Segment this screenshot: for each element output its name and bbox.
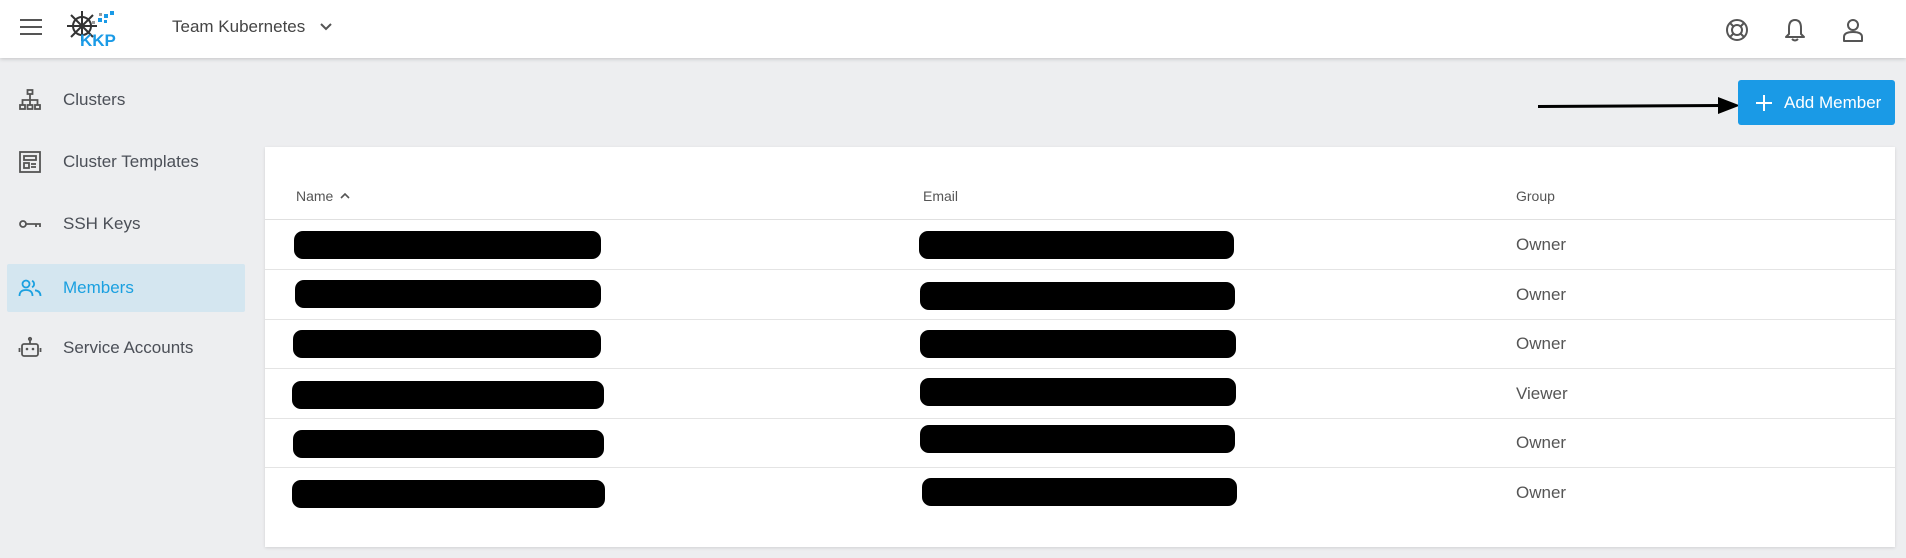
sidebar-item-service-accounts[interactable]: Service Accounts bbox=[7, 324, 245, 372]
key-icon bbox=[19, 220, 41, 228]
team-selector[interactable]: Team Kubernetes bbox=[172, 17, 333, 37]
redacted-name bbox=[295, 280, 601, 308]
sidebar-item-label: SSH Keys bbox=[63, 214, 141, 233]
table-row[interactable]: Owner bbox=[265, 270, 1895, 320]
column-header-group[interactable]: Group bbox=[1516, 188, 1555, 204]
user-account-icon[interactable] bbox=[1840, 17, 1866, 43]
redacted-name bbox=[294, 231, 601, 259]
column-header-label: Name bbox=[296, 188, 334, 204]
redacted-email bbox=[920, 330, 1236, 358]
redacted-email bbox=[919, 231, 1234, 259]
redacted-name bbox=[293, 330, 601, 358]
sidebar-item-label: Members bbox=[63, 278, 134, 297]
redacted-name bbox=[293, 430, 604, 458]
add-member-button[interactable]: Add Member bbox=[1738, 80, 1895, 125]
group-value: Owner bbox=[1516, 483, 1567, 502]
table-row[interactable]: Owner bbox=[265, 468, 1895, 517]
robot-icon bbox=[18, 336, 42, 357]
redacted-name bbox=[292, 480, 605, 508]
sort-ascending-icon bbox=[340, 192, 350, 199]
redacted-email bbox=[922, 478, 1237, 506]
sidebar-item-label: Cluster Templates bbox=[63, 152, 199, 171]
group-value: Viewer bbox=[1516, 384, 1568, 403]
sidebar-item-label: Clusters bbox=[63, 90, 126, 109]
members-table: Name Email Group Owner Owner Owner Viewe… bbox=[265, 147, 1895, 547]
help-lifebuoy-icon[interactable] bbox=[1724, 17, 1750, 43]
column-header-email[interactable]: Email bbox=[923, 188, 958, 204]
chevron-down-icon bbox=[320, 23, 332, 31]
bell-icon[interactable] bbox=[1782, 17, 1808, 43]
table-row[interactable]: Owner bbox=[265, 319, 1895, 369]
template-icon bbox=[19, 151, 41, 173]
kkp-logo[interactable]: KKP bbox=[62, 8, 130, 50]
group-value: Owner bbox=[1516, 235, 1567, 254]
redacted-email bbox=[920, 282, 1235, 310]
sidebar-item-clusters[interactable]: Clusters bbox=[7, 76, 245, 124]
team-name: Team Kubernetes bbox=[172, 17, 306, 36]
annotation-arrow-icon bbox=[1537, 97, 1740, 114]
sidebar-item-label: Service Accounts bbox=[63, 338, 194, 357]
table-row[interactable]: Owner bbox=[265, 418, 1895, 468]
sidebar-item-members[interactable]: Members bbox=[7, 264, 245, 312]
redacted-email bbox=[920, 378, 1236, 406]
group-value: Owner bbox=[1516, 334, 1567, 353]
sidebar-item-cluster-templates[interactable]: Cluster Templates bbox=[7, 138, 245, 186]
redacted-email bbox=[920, 425, 1235, 453]
members-icon bbox=[18, 279, 42, 297]
group-value: Owner bbox=[1516, 285, 1567, 304]
group-value: Owner bbox=[1516, 433, 1567, 452]
table-row[interactable]: Viewer bbox=[265, 369, 1895, 419]
table-row[interactable]: Owner bbox=[265, 220, 1895, 270]
cluster-hierarchy-icon bbox=[19, 89, 41, 110]
sidebar-item-ssh-keys[interactable]: SSH Keys bbox=[7, 200, 245, 248]
redacted-name bbox=[292, 381, 604, 409]
svg-text:KKP: KKP bbox=[80, 31, 116, 50]
top-bar: KKP Team Kubernetes bbox=[0, 0, 1906, 58]
column-header-name[interactable]: Name bbox=[296, 188, 351, 204]
table-header: Name Email Group bbox=[265, 147, 1895, 220]
plus-icon bbox=[1756, 95, 1772, 111]
add-member-label: Add Member bbox=[1784, 93, 1882, 112]
hamburger-menu-icon[interactable] bbox=[20, 19, 42, 37]
